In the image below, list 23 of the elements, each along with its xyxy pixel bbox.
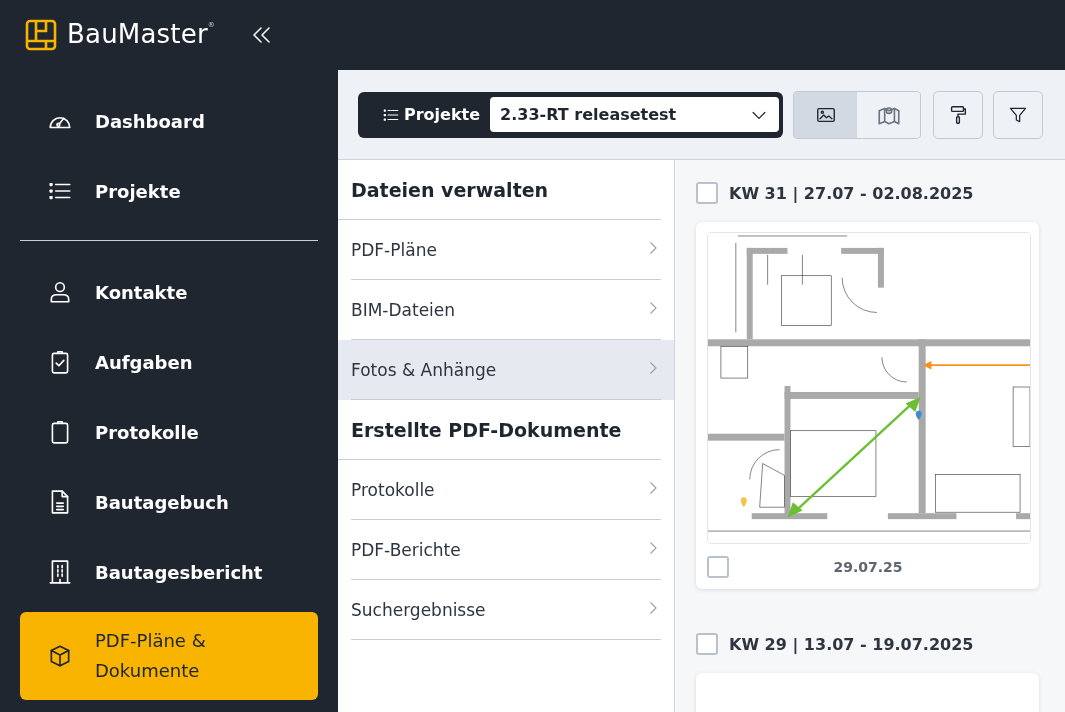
sidebar-item[interactable]: Kontakte [20, 257, 318, 327]
sidebar-item[interactable]: Bautagebuch [20, 467, 318, 537]
sidebar-item[interactable]: Dashboard [20, 86, 318, 156]
sidebar-item[interactable]: PDF-Pläne & Dokumente [20, 612, 318, 700]
sidebar-item[interactable]: Aufgaben [20, 327, 318, 397]
project-select[interactable]: 2.33-RT releasetest [490, 97, 780, 132]
week-heading: KW 31 | 27.07 - 02.08.2025 [729, 183, 974, 203]
logo-icon [25, 19, 57, 51]
app-name: BauMaster [67, 19, 208, 49]
menu-item[interactable]: Fotos & Anhänge [338, 340, 674, 400]
tool-button[interactable] [933, 90, 984, 139]
building-icon [47, 559, 73, 585]
week-checkbox[interactable] [696, 182, 718, 204]
card-date: 29.07.25 [832, 559, 904, 575]
sidebar-item[interactable]: Projekte [20, 156, 318, 226]
card-checkbox[interactable] [707, 556, 729, 578]
project-label: Projekte [382, 105, 481, 124]
sidebar-item[interactable]: Protokolle [20, 397, 318, 467]
view-button[interactable] [794, 91, 858, 138]
sidebar-item[interactable]: Bautagesbericht [20, 537, 318, 607]
week-heading: KW 29 | 13.07 - 19.07.2025 [729, 634, 974, 654]
plan-card[interactable]: 29.07.25 [696, 222, 1039, 589]
week-checkbox[interactable] [696, 633, 718, 655]
